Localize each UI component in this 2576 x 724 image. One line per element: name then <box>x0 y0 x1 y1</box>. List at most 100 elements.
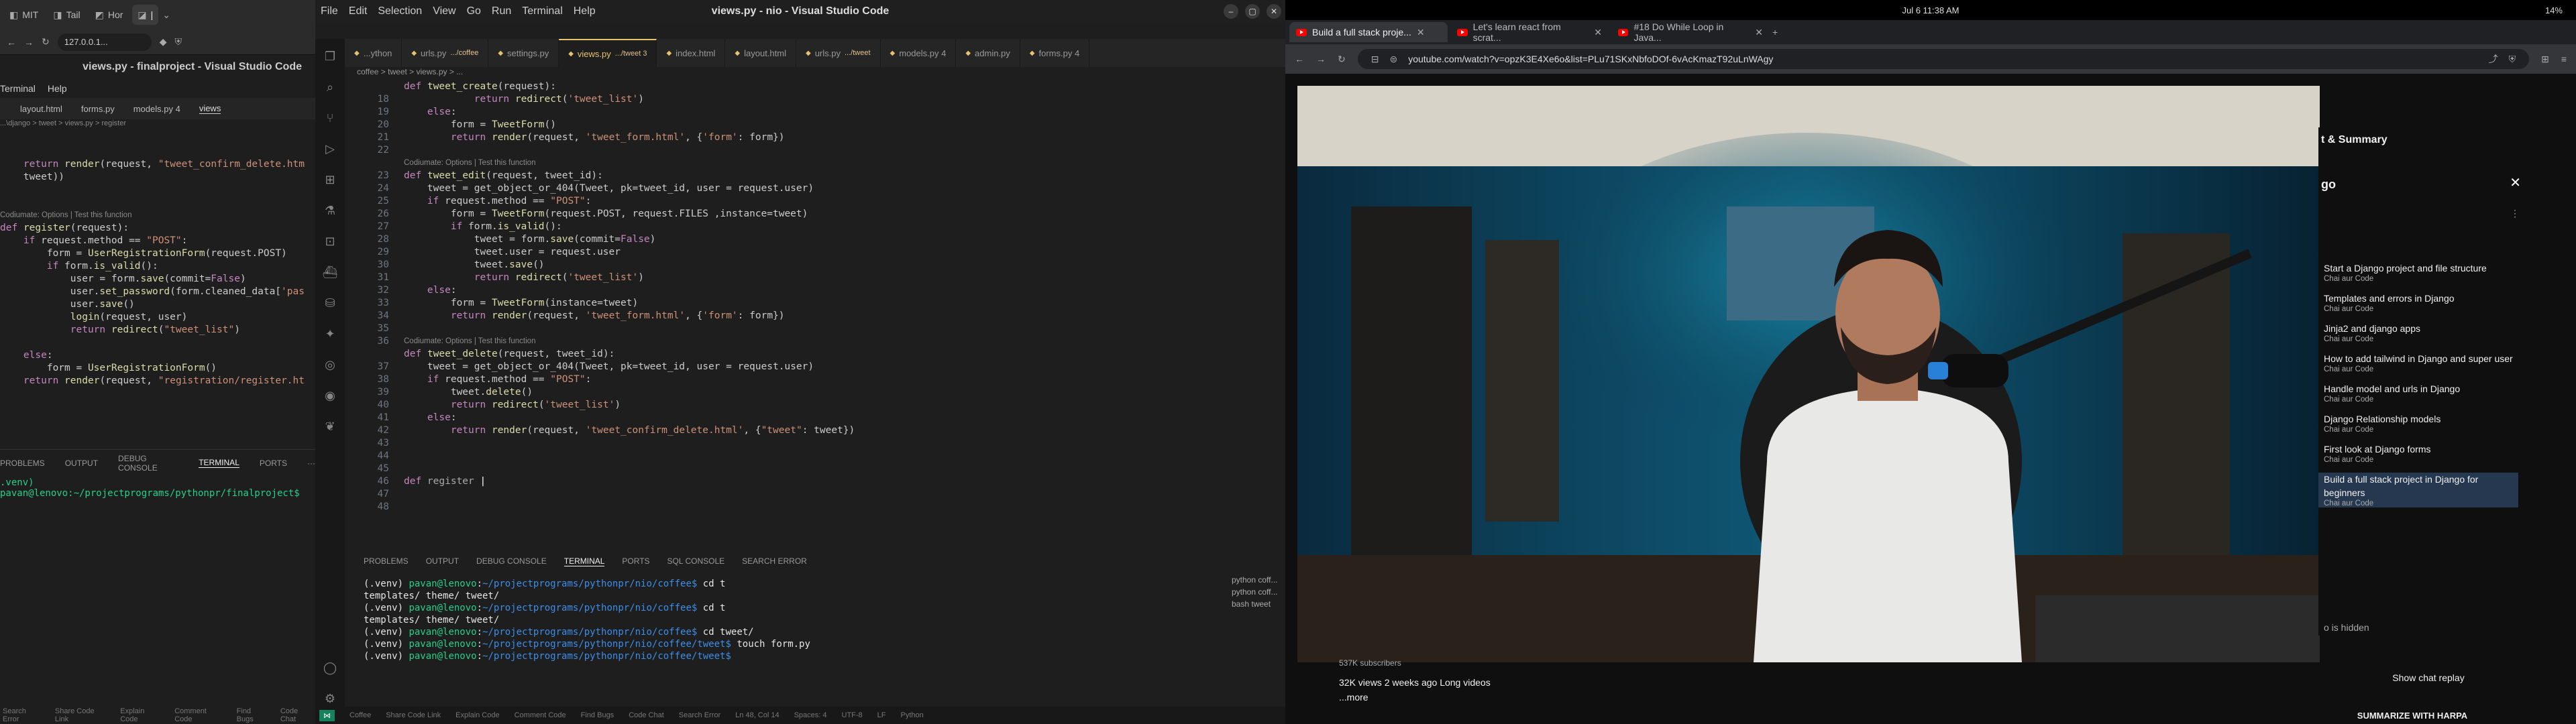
panel-tab[interactable]: OUTPUT <box>65 459 98 468</box>
status-item[interactable]: Share Code Link <box>386 711 441 719</box>
shield-icon[interactable]: ⛨ <box>175 36 182 48</box>
status-item[interactable]: Code Chat <box>280 707 315 723</box>
forward-icon[interactable]: → <box>24 37 34 48</box>
chapter-item[interactable]: Django Relationship models Chai aur Code <box>2324 412 2518 434</box>
menu-terminal[interactable]: Terminal <box>522 5 562 17</box>
close-icon[interactable]: ✕ <box>1755 27 1763 38</box>
address-bar[interactable]: ⊟ ⊜ youtube.com/watch?v=opzK3E4Xe6o&list… <box>1357 49 2530 69</box>
new-tab-icon[interactable]: + <box>1772 27 1778 38</box>
panel-tab[interactable]: PORTS <box>622 556 649 566</box>
status-item[interactable]: Search Error <box>679 711 720 719</box>
code-lens[interactable]: Codiumate: Options | Test this function <box>404 335 855 348</box>
explorer-icon[interactable]: ❐ <box>322 48 338 64</box>
browser-tab[interactable]: ◨ Tail <box>48 5 85 25</box>
remote-indicator[interactable]: ⋈ <box>319 709 335 721</box>
chevron-down-icon[interactable]: ⌄ <box>162 9 170 21</box>
git-graph-icon[interactable]: ◎ <box>322 357 338 373</box>
editor-tab[interactable]: ◆ forms.py 4 <box>1020 39 1090 67</box>
menu-file[interactable]: File <box>321 5 338 17</box>
code-editor[interactable]: return render(request, "tweet_confirm_de… <box>0 158 315 387</box>
testing-icon[interactable]: ⚗ <box>322 202 338 219</box>
editor-tab[interactable]: ◆ layout.html <box>725 39 796 67</box>
menu-edit[interactable]: Edit <box>349 5 368 17</box>
panel-tab[interactable]: SEARCH ERROR <box>742 556 807 566</box>
video-player[interactable] <box>1297 86 2320 662</box>
docker-icon[interactable]: ⛴ <box>322 264 338 280</box>
terminal-instance[interactable]: python coff... <box>1232 574 1278 586</box>
browser-tab[interactable]: ◩ Hor <box>90 5 129 25</box>
search-icon[interactable]: ⌕ <box>322 79 338 95</box>
status-item[interactable]: Ln 48, Col 14 <box>735 711 779 719</box>
extension-icon[interactable]: ◆ <box>160 36 167 48</box>
editor-tab[interactable]: ◆ urls.py .../coffee <box>402 39 489 67</box>
panel-tab[interactable]: PROBLEMS <box>0 459 45 468</box>
editor-tab[interactable]: ◆ admin.py <box>956 39 1020 67</box>
panel-tab[interactable]: ··· <box>307 459 315 468</box>
harpa-summarize-button[interactable]: SUMMARIZE WITH HARPA <box>2251 711 2573 721</box>
panel-tab[interactable]: OUTPUT <box>426 556 459 566</box>
forward-icon[interactable]: → <box>1316 54 1326 64</box>
gear-icon[interactable]: ⚙ <box>322 690 338 707</box>
editor-tab[interactable]: forms.py <box>81 104 115 114</box>
menu-help[interactable]: Help <box>574 5 596 17</box>
code-editor[interactable]: 18 19 20 21 22 23 24 25 26 27 28 29 30 31 32 33 34 35 36 … <box>345 80 1237 543</box>
status-item[interactable]: Comment Code <box>515 711 566 719</box>
browser-tab[interactable]: Let's learn react from scrat... ✕ <box>1450 21 1609 43</box>
close-icon[interactable]: ✕ <box>1417 27 1425 38</box>
show-chat-replay-button[interactable]: Show chat replay <box>2318 666 2538 689</box>
terminal-instance[interactable]: bash tweet <box>1232 598 1278 610</box>
chapter-item[interactable]: Templates and errors in Django Chai aur C… <box>2324 292 2518 313</box>
chapter-item[interactable]: Build a full stack project in Django for… <box>2318 473 2518 507</box>
editor-tab[interactable]: ◆ settings.py <box>488 39 559 67</box>
editor-tab[interactable]: ◆ index.html <box>657 39 726 67</box>
url-field[interactable]: 127.0.0.1... <box>57 33 152 51</box>
editor-tab[interactable]: models.py 4 <box>133 104 180 114</box>
status-item[interactable]: Explain Code <box>120 707 164 723</box>
code-lens[interactable]: Codiumate: Options | Test this function <box>0 209 315 222</box>
status-item[interactable]: Spaces: 4 <box>794 711 827 719</box>
browser-tab[interactable]: ◧ MIT <box>4 5 44 25</box>
close-icon[interactable]: ✕ <box>1594 27 1602 38</box>
panel-tab[interactable]: TERMINAL <box>199 458 239 468</box>
panel-tab[interactable]: DEBUG CONSOLE <box>118 454 178 473</box>
close-icon[interactable]: ✕ <box>1267 4 1281 19</box>
brave-shield-icon[interactable]: ⛨ <box>2509 54 2516 65</box>
editor-tab-active[interactable]: views <box>199 103 221 114</box>
status-item[interactable]: Comment Code <box>174 707 225 723</box>
minimize-icon[interactable]: – <box>1224 4 1238 19</box>
panel-tab[interactable]: PROBLEMS <box>364 556 409 566</box>
chapter-item[interactable]: How to add tailwind in Django and super … <box>2324 352 2518 373</box>
code-lens[interactable]: Codiumate: Options | Test this function <box>404 157 855 170</box>
close-icon[interactable]: ✕ <box>2510 174 2521 191</box>
maximize-icon[interactable]: ▢ <box>1245 4 1260 19</box>
status-item[interactable]: Coffee <box>350 711 371 719</box>
chapter-item[interactable]: First look at Django forms Chai aur Code <box>2324 442 2518 464</box>
status-item[interactable]: Explain Code <box>455 711 499 719</box>
editor-tab-active[interactable]: ◆ views.py .../tweet 3 <box>559 39 657 67</box>
editor-tab[interactable]: layout.html <box>20 104 62 114</box>
editor-tab[interactable]: ◆ models.py 4 <box>881 39 957 67</box>
url-text[interactable]: youtube.com/watch?v=opzK3E4Xe6o&list=PLu… <box>1408 54 1773 64</box>
menu-run[interactable]: Run <box>492 5 511 17</box>
codiumate-icon[interactable]: ◉ <box>322 387 338 404</box>
run-debug-icon[interactable]: ▷ <box>322 141 338 157</box>
editor-tab[interactable]: ◆ urls.py .../tweet <box>796 39 881 67</box>
more-vert-icon[interactable]: ⋮ <box>2510 208 2520 219</box>
reload-icon[interactable]: ↻ <box>1338 54 1346 65</box>
editor-tab[interactable]: ◆ ...ython <box>345 39 402 67</box>
more-link[interactable]: ...more <box>1339 692 1491 703</box>
site-info-icon[interactable]: ⊜ <box>1389 54 1397 65</box>
chapter-item[interactable]: Handle model and urls in Django Chai aur … <box>2324 382 2518 404</box>
menu-help[interactable]: Help <box>48 83 67 94</box>
chapter-item[interactable]: Jinja2 and django apps Chai aur Code <box>2324 322 2518 343</box>
status-item[interactable]: Search Error <box>3 707 44 723</box>
code-lines[interactable]: def tweet_create(request): return redire… <box>404 80 855 488</box>
source-control-icon[interactable]: ⑂ <box>322 110 338 126</box>
browser-tab[interactable]: #18 Do While Loop in Java... ✕ <box>1611 21 1770 43</box>
database-icon[interactable]: ⛁ <box>322 295 338 311</box>
menu-go[interactable]: Go <box>467 5 481 17</box>
terminal-prompt[interactable]: .venv) pavan@lenovo:~/projectprograms/py… <box>0 477 315 499</box>
chapter-item[interactable]: Start a Django project and file structur… <box>2324 261 2518 283</box>
ai-chat-icon[interactable]: ✦ <box>322 326 338 342</box>
status-item[interactable]: Find Bugs <box>237 707 270 723</box>
